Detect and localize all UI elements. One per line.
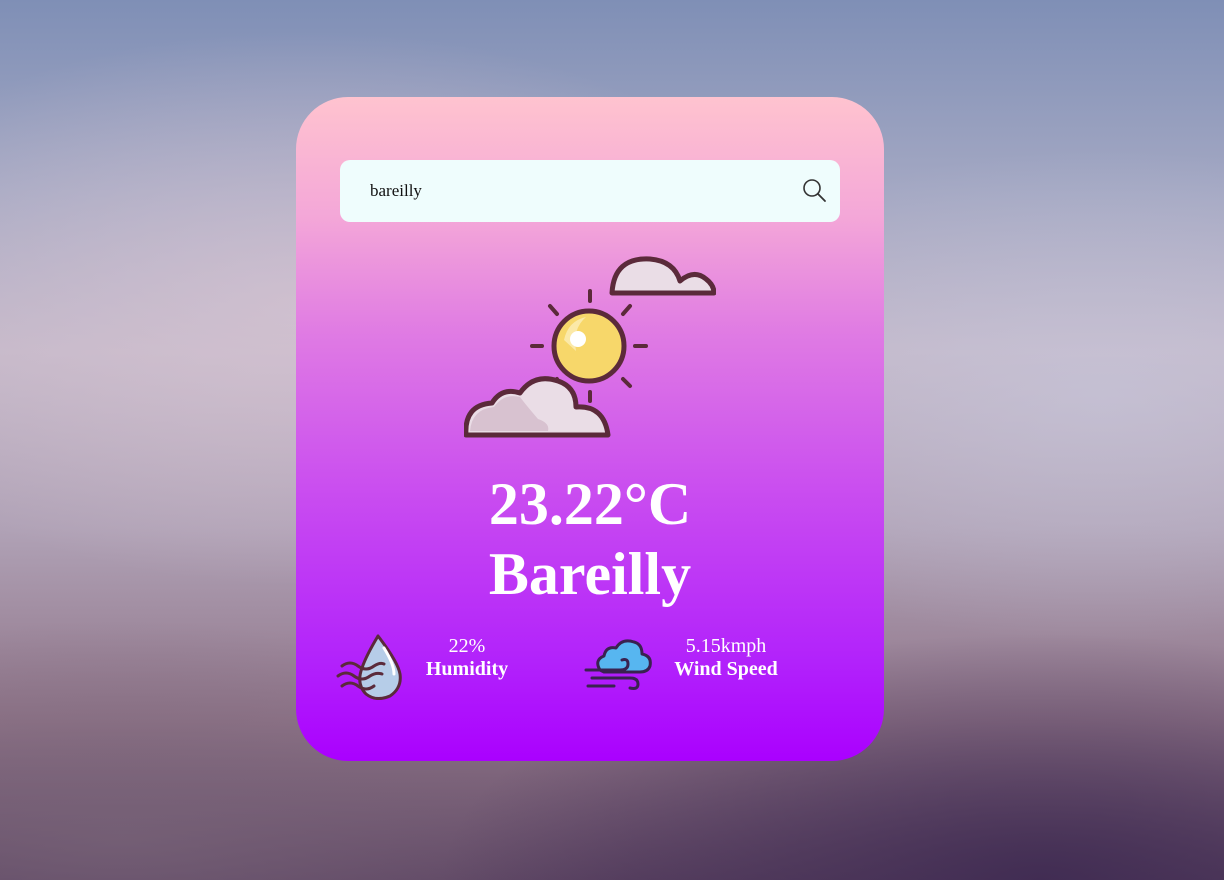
temperature: 23.22°C (488, 471, 692, 537)
search-input[interactable] (370, 160, 790, 222)
wind-label: Wind Speed (674, 658, 778, 680)
humidity-value: 22% (448, 635, 486, 657)
search-icon (803, 179, 826, 202)
weather-card: 23.22°C Bareilly 22% Humidity 5 (296, 97, 884, 761)
wind-value: 5.15kmph (685, 635, 767, 657)
search-button[interactable] (800, 176, 830, 206)
search-bar (340, 160, 840, 222)
city-name: Bareilly (488, 541, 692, 607)
humidity-label: Humidity (425, 658, 509, 680)
humidity-detail: 22% Humidity (336, 634, 536, 700)
humidity-icon (336, 634, 402, 700)
wind-detail: 5.15kmph Wind Speed (584, 634, 824, 700)
wind-icon (584, 639, 652, 690)
sun-with-clouds-icon (464, 256, 716, 438)
